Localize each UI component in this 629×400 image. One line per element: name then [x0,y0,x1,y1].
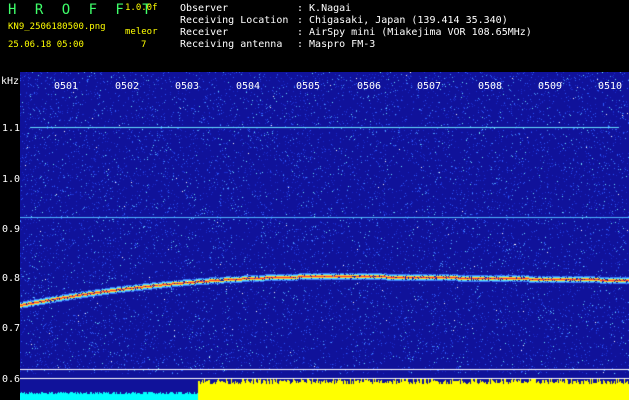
y-tick-label: 0.6 [2,374,21,385]
y-axis-panel [0,72,20,400]
app-version: 1.0.0f [125,3,158,13]
x-tick-label: 0510 [598,81,623,92]
y-tick-label: 0.7 [2,323,21,334]
x-tick-label: 0505 [296,81,321,92]
spectrogram-canvas [20,72,629,400]
info-value-receiver: : AirSpy mini (Miakejima VOR 108.65MHz) [297,27,532,38]
x-tick-label: 0503 [175,81,200,92]
count-value: 7 [141,40,147,50]
info-value-location: : Chigasaki, Japan (139.414 35.340) [297,15,508,26]
file-name: KN9_2506180500.png [8,22,106,32]
x-tick-label: 0507 [417,81,442,92]
timestamp: 25.06.18 05:00 [8,40,84,50]
axis-unit: kHz [1,76,20,87]
x-tick-label: 0509 [538,81,563,92]
x-tick-label: 0506 [357,81,382,92]
y-tick-label: 0.9 [2,224,21,235]
x-tick-label: 0502 [115,81,140,92]
info-value-antenna: : Maspro FM-3 [297,39,376,50]
info-label-location: Receiving Location [180,15,289,26]
info-label-receiver: Receiver [180,27,229,38]
y-tick-label: 1.1 [2,123,21,134]
y-tick-label: 1.0 [2,174,21,185]
info-label-observer: Observer [180,3,229,14]
x-tick-label: 0504 [236,81,261,92]
x-tick-label: 0501 [54,81,79,92]
info-label-antenna: Receiving antenna [180,39,283,50]
header-panel: H R O F F T 1.0.0f KN9_2506180500.png me… [0,0,629,72]
mode-label: meleor [125,27,158,37]
x-tick-label: 0508 [478,81,503,92]
y-tick-label: 0.8 [2,273,21,284]
info-value-observer: : K.Nagai [297,3,352,14]
